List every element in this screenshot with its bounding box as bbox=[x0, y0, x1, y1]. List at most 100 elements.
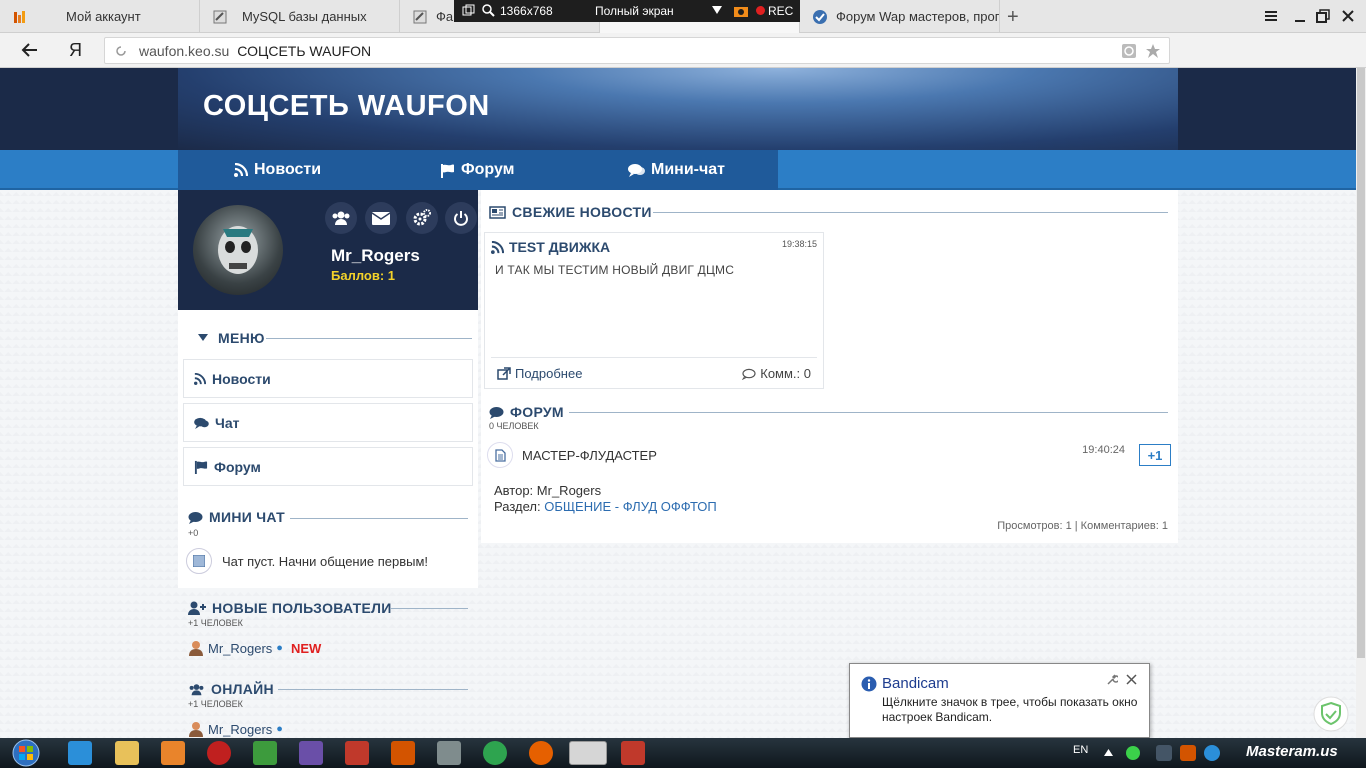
user-avatar-icon bbox=[189, 722, 203, 737]
news-heading[interactable]: СВЕЖИЕ НОВОСТИ bbox=[489, 204, 652, 220]
firefox-icon[interactable] bbox=[529, 741, 553, 765]
nav-minichat[interactable]: Мини-чат bbox=[628, 150, 725, 190]
camera-icon[interactable] bbox=[734, 4, 748, 17]
menu-item-chat[interactable]: Чат bbox=[183, 403, 473, 442]
close-icon[interactable] bbox=[1340, 8, 1356, 24]
protect-shield-icon[interactable] bbox=[1313, 696, 1349, 732]
subsection-link[interactable]: ФЛУД ОФФТОП bbox=[623, 499, 717, 514]
messages-button[interactable] bbox=[365, 202, 397, 234]
menu-icon[interactable] bbox=[1263, 8, 1279, 24]
forum-topic-row[interactable]: МАСТЕР-ФЛУДАСТЕР 19:40:24 +1 bbox=[487, 438, 1171, 478]
gears-icon bbox=[413, 209, 431, 226]
tab-favicon-icon bbox=[213, 10, 227, 23]
language-indicator[interactable]: EN bbox=[1073, 744, 1088, 756]
masteram-watermark: Masteram.us bbox=[1246, 743, 1338, 760]
steam-icon[interactable] bbox=[1156, 745, 1172, 761]
chart-app-icon[interactable] bbox=[253, 741, 277, 765]
online-user-item[interactable]: Mr_Rogers ● bbox=[188, 721, 283, 737]
news-comments-link[interactable]: Комм.: 0 bbox=[742, 366, 811, 381]
ie-icon[interactable] bbox=[68, 741, 92, 765]
menu-item-news[interactable]: Новости bbox=[183, 359, 473, 398]
bandicam-icon[interactable] bbox=[207, 741, 231, 765]
nav-news[interactable]: Новости bbox=[234, 150, 321, 190]
start-button-icon[interactable] bbox=[8, 739, 44, 767]
news-title[interactable]: TEST ДВИЖКА bbox=[491, 239, 610, 255]
username[interactable]: Mr_Rogers bbox=[331, 246, 420, 266]
tray-green-icon[interactable] bbox=[1126, 746, 1140, 760]
vertical-scrollbar[interactable] bbox=[1356, 68, 1366, 738]
nav-forum[interactable]: Форум bbox=[440, 150, 515, 190]
section-link[interactable]: ОБЩЕНИЕ bbox=[544, 499, 611, 514]
tab-favicon-icon bbox=[413, 10, 427, 23]
url-page-title: СОЦСЕТЬ WAUFON bbox=[237, 42, 372, 59]
skull-avatar-icon bbox=[218, 226, 258, 274]
header-banner: СОЦСЕТЬ WAUFON bbox=[178, 68, 1178, 150]
chevron-down-icon[interactable] bbox=[712, 6, 722, 14]
app-icon[interactable] bbox=[437, 741, 461, 765]
scrollbar-thumb[interactable] bbox=[1357, 68, 1365, 658]
url-field[interactable]: waufon.keo.su СОЦСЕТЬ WAUFON bbox=[104, 37, 1170, 64]
window-icon[interactable] bbox=[462, 4, 475, 17]
logout-button[interactable] bbox=[445, 202, 477, 234]
comment-icon bbox=[489, 406, 504, 419]
wrench-icon[interactable] bbox=[1106, 674, 1118, 686]
media-player-icon[interactable] bbox=[161, 741, 185, 765]
site-title[interactable]: СОЦСЕТЬ WAUFON bbox=[203, 90, 490, 123]
tray-app-icon[interactable] bbox=[1180, 745, 1196, 761]
mini-chat-panel: МИНИ ЧАТ +0 Чат пуст. Начни общение перв… bbox=[178, 500, 478, 588]
news-time: 19:38:15 bbox=[781, 239, 817, 249]
topic-stats: Просмотров: 1 | Комментариев: 1 bbox=[997, 520, 1168, 532]
resolution-label: 1366x768 bbox=[500, 4, 553, 18]
avatar[interactable] bbox=[193, 205, 283, 295]
filezilla-icon[interactable] bbox=[391, 741, 415, 765]
external-link-icon bbox=[497, 367, 511, 380]
bandicam-title: Bandicam bbox=[882, 675, 949, 692]
aida64-icon[interactable] bbox=[345, 741, 369, 765]
search-icon[interactable] bbox=[482, 4, 495, 17]
friends-button[interactable] bbox=[325, 202, 357, 234]
read-more-link[interactable]: Подробнее bbox=[497, 366, 582, 381]
tab-wap-forum[interactable]: Форум Wap мастеров, прог bbox=[800, 0, 1000, 33]
yandex-icon[interactable] bbox=[621, 741, 645, 765]
mini-chat-heading[interactable]: МИНИ ЧАТ bbox=[188, 509, 285, 525]
skype-icon[interactable] bbox=[1204, 745, 1220, 761]
menu-heading[interactable]: МЕНЮ bbox=[198, 330, 265, 346]
recording-toolbar: 1366x768 Полный экран REC bbox=[454, 0, 800, 22]
close-icon[interactable] bbox=[1126, 674, 1137, 685]
tab-favicon-icon bbox=[813, 9, 827, 24]
address-bar-row: Я waufon.keo.su СОЦСЕТЬ WAUFON bbox=[0, 33, 1366, 93]
visual-studio-icon[interactable] bbox=[299, 741, 323, 765]
topic-title[interactable]: МАСТЕР-ФЛУДАСТЕР bbox=[522, 448, 657, 463]
minimize-icon[interactable] bbox=[1292, 8, 1308, 24]
chrome-icon[interactable] bbox=[483, 741, 507, 765]
rec-label[interactable]: REC bbox=[768, 4, 793, 18]
bookmark-star-icon[interactable] bbox=[1145, 43, 1161, 59]
online-heading[interactable]: ОНЛАЙН bbox=[188, 681, 274, 697]
main-nav-inner: Новости Форум Мини-чат bbox=[178, 150, 778, 190]
new-tab-button[interactable]: + bbox=[1007, 6, 1019, 29]
restore-icon[interactable] bbox=[1315, 8, 1331, 24]
reload-icon[interactable] bbox=[115, 45, 127, 57]
settings-button[interactable] bbox=[406, 202, 438, 234]
menu-panel: МЕНЮ Новости Чат Форум bbox=[178, 310, 478, 500]
yandex-logo[interactable]: Я bbox=[69, 40, 82, 61]
tab-mysql[interactable]: MySQL базы данных bbox=[200, 0, 400, 33]
new-users-heading[interactable]: НОВЫЕ ПОЛЬЗОВАТЕЛИ bbox=[188, 600, 392, 616]
menu-item-forum[interactable]: Форум bbox=[183, 447, 473, 486]
newspaper-icon bbox=[489, 205, 506, 219]
profile-panel: Mr_Rogers Баллов: 1 bbox=[178, 190, 478, 310]
tab-my-account[interactable]: Мой аккаунт bbox=[0, 0, 200, 33]
rss-icon bbox=[194, 372, 206, 385]
back-arrow-icon[interactable] bbox=[20, 42, 38, 58]
forum-heading[interactable]: ФОРУМ bbox=[489, 404, 564, 420]
tray-expand-icon[interactable] bbox=[1104, 749, 1113, 756]
topic-author[interactable]: Mr_Rogers bbox=[537, 483, 601, 498]
new-user-item[interactable]: Mr_Rogers ● NEW bbox=[188, 640, 321, 656]
yandex-browser-taskbar-icon[interactable] bbox=[569, 741, 607, 765]
bandicam-notification[interactable]: Bandicam Щёлкните значок в трее, чтобы п… bbox=[849, 663, 1150, 738]
plus-one-button[interactable]: +1 bbox=[1139, 444, 1171, 466]
fullscreen-label[interactable]: Полный экран bbox=[595, 4, 674, 18]
rss-icon bbox=[491, 240, 504, 254]
protect-icon[interactable] bbox=[1121, 43, 1137, 59]
explorer-icon[interactable] bbox=[115, 741, 139, 765]
